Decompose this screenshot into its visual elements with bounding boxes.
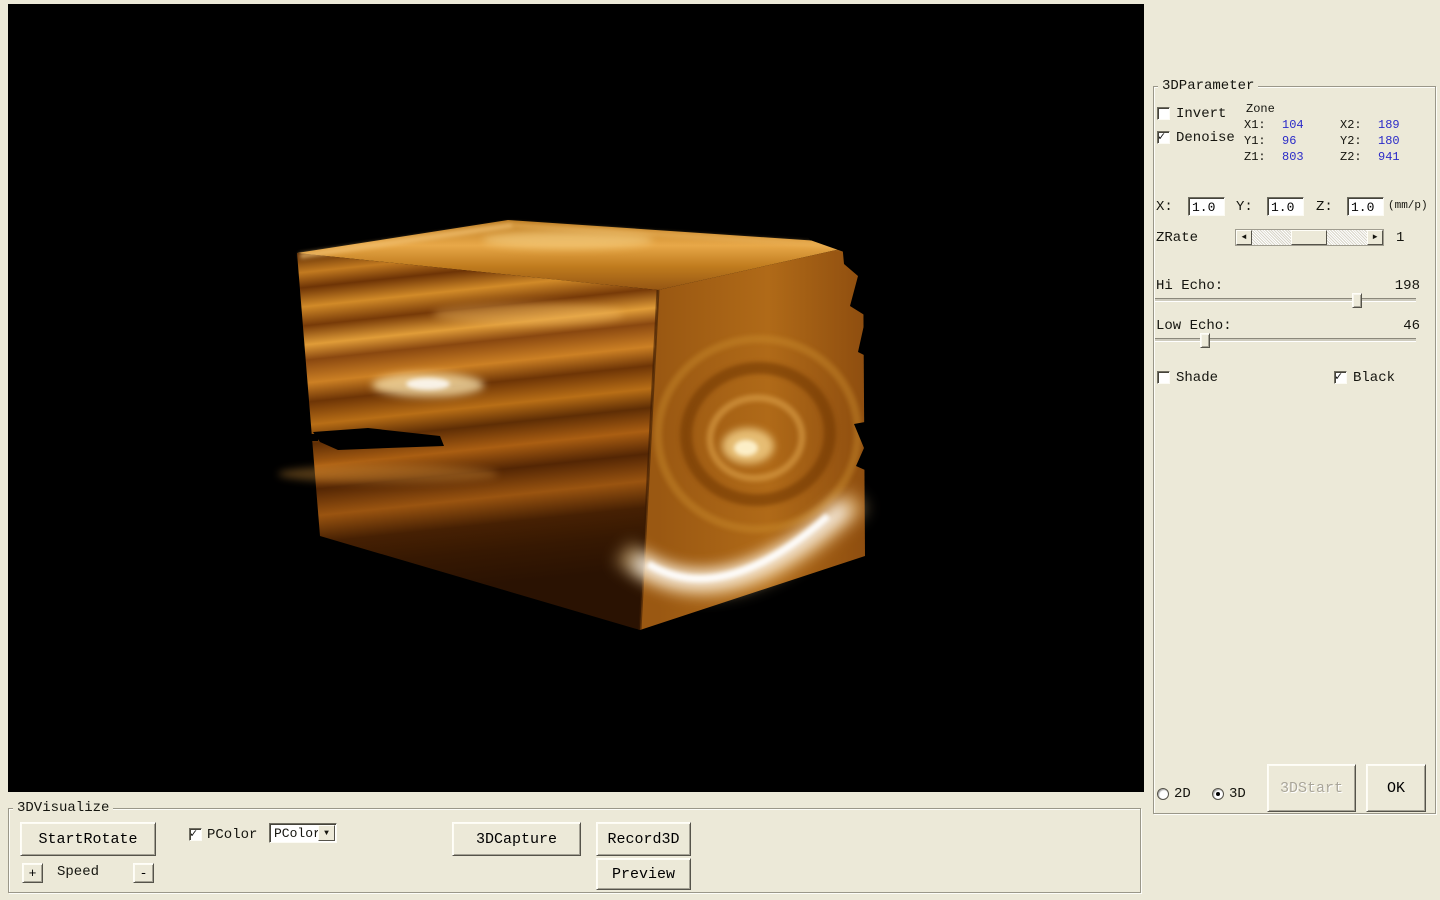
zone-y1-value: 96 bbox=[1282, 134, 1296, 148]
visualize-group-title: 3DVisualize bbox=[13, 800, 113, 816]
zone-title: Zone bbox=[1246, 102, 1275, 116]
scale-z-label: Z: bbox=[1316, 199, 1333, 215]
zone-y2-value: 180 bbox=[1378, 134, 1400, 148]
hi-echo-label: Hi Echo: bbox=[1156, 278, 1223, 294]
shade-label: Shade bbox=[1176, 370, 1218, 386]
zone-y2-label: Y2: bbox=[1340, 134, 1362, 148]
hi-echo-slider-thumb[interactable] bbox=[1352, 293, 1362, 308]
dropdown-arrow-icon[interactable]: ▼ bbox=[318, 825, 335, 841]
zone-z2-value: 941 bbox=[1378, 150, 1400, 164]
start3d-button[interactable]: 3DStart bbox=[1267, 764, 1356, 812]
zone-x1-label: X1: bbox=[1244, 118, 1266, 132]
check-icon: ✓ bbox=[1158, 129, 1165, 144]
pcolor-checkbox[interactable]: ✓ bbox=[189, 828, 202, 841]
shade-checkbox[interactable] bbox=[1157, 371, 1170, 384]
pcolor-select-value: PColor bbox=[274, 826, 321, 841]
speed-label: Speed bbox=[57, 864, 99, 880]
zone-z2-label: Z2: bbox=[1340, 150, 1362, 164]
scale-unit-label: (mm/p) bbox=[1388, 200, 1428, 213]
hi-echo-slider-track[interactable] bbox=[1155, 298, 1416, 302]
speed-plus-button[interactable]: + bbox=[22, 863, 43, 883]
pcolor-select[interactable]: PColor ▼ bbox=[269, 823, 337, 843]
low-echo-value: 46 bbox=[1380, 318, 1420, 334]
denoise-label: Denoise bbox=[1176, 130, 1235, 146]
zrate-value: 1 bbox=[1396, 230, 1404, 246]
check-icon: ✓ bbox=[1335, 369, 1342, 384]
denoise-checkbox[interactable]: ✓ bbox=[1157, 131, 1170, 144]
scale-x-label: X: bbox=[1156, 199, 1173, 215]
zrate-label: ZRate bbox=[1156, 230, 1198, 246]
low-echo-slider-track[interactable] bbox=[1155, 338, 1416, 342]
mode-3d-radio[interactable] bbox=[1212, 788, 1224, 800]
mode-2d-radio[interactable] bbox=[1157, 788, 1169, 800]
zone-x2-value: 189 bbox=[1378, 118, 1400, 132]
zone-z1-label: Z1: bbox=[1244, 150, 1266, 164]
zrate-scroll-right-icon[interactable]: ► bbox=[1367, 230, 1383, 245]
scale-y-label: Y: bbox=[1236, 199, 1253, 215]
ultrasound-volume-render bbox=[8, 4, 1144, 792]
speed-minus-button[interactable]: - bbox=[133, 863, 154, 883]
capture3d-button[interactable]: 3DCapture bbox=[452, 822, 581, 856]
zrate-scroll-left-icon[interactable]: ◄ bbox=[1236, 230, 1252, 245]
start-rotate-button[interactable]: StartRotate bbox=[20, 822, 156, 856]
invert-label: Invert bbox=[1176, 106, 1226, 122]
radio-dot-icon bbox=[1216, 792, 1220, 796]
zone-x1-value: 104 bbox=[1282, 118, 1304, 132]
black-checkbox[interactable]: ✓ bbox=[1334, 371, 1347, 384]
check-icon: ✓ bbox=[190, 826, 197, 841]
preview-button[interactable]: Preview bbox=[596, 858, 691, 890]
low-echo-label: Low Echo: bbox=[1156, 318, 1232, 334]
invert-checkbox[interactable] bbox=[1157, 107, 1170, 120]
scale-x-input[interactable] bbox=[1188, 197, 1225, 216]
mode-2d-label: 2D bbox=[1174, 786, 1191, 802]
pcolor-label: PColor bbox=[207, 827, 257, 843]
render-viewport[interactable] bbox=[8, 4, 1144, 792]
zone-y1-label: Y1: bbox=[1244, 134, 1266, 148]
low-echo-slider-thumb[interactable] bbox=[1200, 333, 1210, 348]
zrate-scrollbar[interactable]: ◄ ► bbox=[1235, 229, 1384, 246]
ok-button[interactable]: OK bbox=[1366, 764, 1426, 812]
zone-z1-value: 803 bbox=[1282, 150, 1304, 164]
scale-y-input[interactable] bbox=[1267, 197, 1304, 216]
hi-echo-value: 198 bbox=[1380, 278, 1420, 294]
zrate-scroll-thumb[interactable] bbox=[1291, 230, 1327, 245]
scale-z-input[interactable] bbox=[1347, 197, 1384, 216]
parameter-groupbox: 3DParameter bbox=[1153, 86, 1436, 814]
mode-3d-label: 3D bbox=[1229, 786, 1246, 802]
black-label: Black bbox=[1353, 370, 1395, 386]
parameter-group-title: 3DParameter bbox=[1158, 78, 1258, 94]
zone-x2-label: X2: bbox=[1340, 118, 1362, 132]
record3d-button[interactable]: Record3D bbox=[596, 822, 691, 856]
